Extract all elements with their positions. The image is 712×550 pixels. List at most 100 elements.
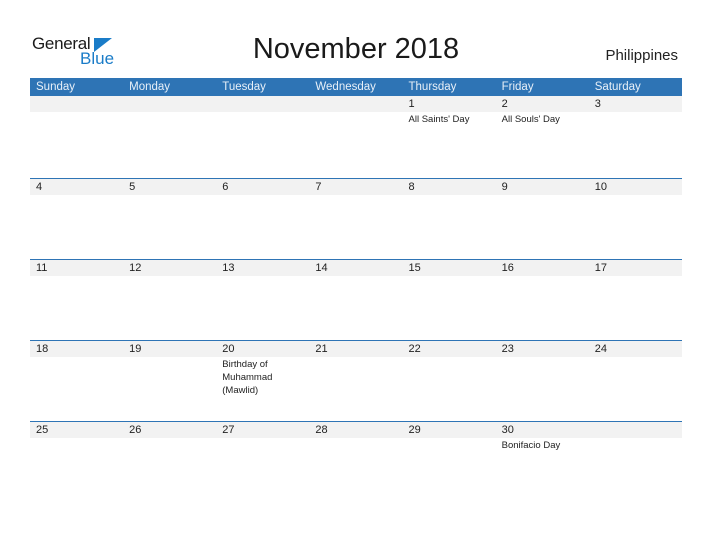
week-row: 18 19 20 Birthday of Muhammad (Mawlid) 21 22 2… [30, 340, 682, 421]
day-number: 23 [495, 341, 589, 357]
day-cell[interactable] [123, 96, 217, 178]
day-number: 26 [123, 422, 217, 438]
holiday-label [123, 112, 209, 113]
holiday-label [589, 276, 675, 277]
day-number: 29 [402, 422, 496, 438]
day-cell[interactable]: 6 [216, 179, 310, 259]
weekday-header: Sunday Monday Tuesday Wednesday Thursday… [30, 78, 682, 96]
holiday-label [496, 357, 582, 358]
day-number: 11 [30, 260, 124, 276]
holiday-label [216, 112, 302, 113]
day-cell[interactable]: 7 [309, 179, 403, 259]
holiday-label [30, 195, 116, 196]
calendar-grid: Sunday Monday Tuesday Wednesday Thursday… [30, 78, 682, 502]
holiday-label [589, 112, 675, 113]
holiday-label [496, 195, 582, 196]
day-number: 7 [309, 179, 403, 195]
day-number [216, 96, 310, 112]
day-cell[interactable]: 11 [30, 260, 124, 340]
day-number: 20 [216, 341, 310, 357]
weekday-label: Thursday [408, 81, 457, 93]
day-cell[interactable]: 17 [588, 260, 682, 340]
day-cell[interactable]: 10 [588, 179, 682, 259]
day-number: 17 [588, 260, 682, 276]
day-cell[interactable]: 16 [495, 260, 589, 340]
day-cell[interactable] [588, 422, 682, 502]
day-cell[interactable]: 20 Birthday of Muhammad (Mawlid) [216, 341, 310, 421]
holiday-label: All Souls' Day [501, 114, 560, 125]
holiday-label [496, 276, 582, 277]
day-cell[interactable]: 25 [30, 422, 124, 502]
day-number: 18 [30, 341, 124, 357]
week-row: 11 12 13 14 15 16 17 [30, 259, 682, 340]
holiday-label [403, 438, 489, 439]
week-row: 1 All Saints' Day 2 All Souls' Day 3 [30, 96, 682, 178]
holiday-label [309, 112, 395, 113]
day-cell[interactable]: 5 [123, 179, 217, 259]
day-cell[interactable]: 3 [588, 96, 682, 178]
day-cell[interactable]: 8 [402, 179, 496, 259]
day-number: 3 [588, 96, 682, 112]
day-number: 25 [30, 422, 124, 438]
weekday-label: Friday [501, 81, 534, 93]
day-number: 30 [495, 422, 589, 438]
day-number: 19 [123, 341, 217, 357]
day-cell[interactable]: 28 [309, 422, 403, 502]
day-cell[interactable]: 29 [402, 422, 496, 502]
holiday-label [30, 357, 116, 358]
day-number [30, 96, 124, 112]
weekday-label: Sunday [36, 81, 76, 93]
day-number: 28 [309, 422, 403, 438]
day-number: 9 [495, 179, 589, 195]
day-cell[interactable]: 21 [309, 341, 403, 421]
day-number: 21 [309, 341, 403, 357]
day-cell[interactable]: 9 [495, 179, 589, 259]
day-number: 27 [216, 422, 310, 438]
day-cell[interactable]: 14 [309, 260, 403, 340]
day-cell[interactable]: 2 All Souls' Day [495, 96, 589, 178]
holiday-label [216, 438, 302, 439]
day-cell[interactable]: 24 [588, 341, 682, 421]
weekday-label: Tuesday [222, 81, 266, 93]
day-number: 14 [309, 260, 403, 276]
holiday-label [589, 195, 675, 196]
day-number: 22 [402, 341, 496, 357]
holiday-label: Bonifacio Day [501, 440, 561, 451]
day-cell[interactable] [30, 96, 124, 178]
holiday-label [589, 438, 675, 439]
week-row: 4 5 6 7 8 9 10 [30, 178, 682, 259]
day-number: 15 [402, 260, 496, 276]
day-cell[interactable] [216, 96, 310, 178]
day-cell[interactable]: 18 [30, 341, 124, 421]
day-number: 8 [402, 179, 496, 195]
holiday-label [30, 112, 116, 113]
day-cell[interactable]: 19 [123, 341, 217, 421]
day-cell[interactable]: 1 All Saints' Day [402, 96, 496, 178]
day-cell[interactable]: 15 [402, 260, 496, 340]
day-cell[interactable]: 13 [216, 260, 310, 340]
day-number: 24 [588, 341, 682, 357]
day-cell[interactable]: 23 [495, 341, 589, 421]
day-cell[interactable]: 26 [123, 422, 217, 502]
holiday-label [309, 276, 395, 277]
day-cell[interactable]: 4 [30, 179, 124, 259]
holiday-label [403, 276, 489, 277]
day-cell[interactable]: 30 Bonifacio Day [495, 422, 589, 502]
day-cell[interactable]: 27 [216, 422, 310, 502]
holiday-label [30, 276, 116, 277]
day-number [309, 96, 403, 112]
day-number [588, 422, 682, 438]
weekday-label: Saturday [594, 81, 641, 93]
day-number: 10 [588, 179, 682, 195]
week-row: 25 26 27 28 29 30 Bonifacio Day [30, 421, 682, 502]
holiday-label [403, 195, 489, 196]
day-number: 1 [402, 96, 496, 112]
holiday-label [309, 438, 395, 439]
day-cell[interactable]: 22 [402, 341, 496, 421]
holiday-label [216, 195, 302, 196]
day-number: 6 [216, 179, 310, 195]
day-number: 12 [123, 260, 217, 276]
holiday-label [589, 357, 675, 358]
day-cell[interactable]: 12 [123, 260, 217, 340]
day-cell[interactable] [309, 96, 403, 178]
